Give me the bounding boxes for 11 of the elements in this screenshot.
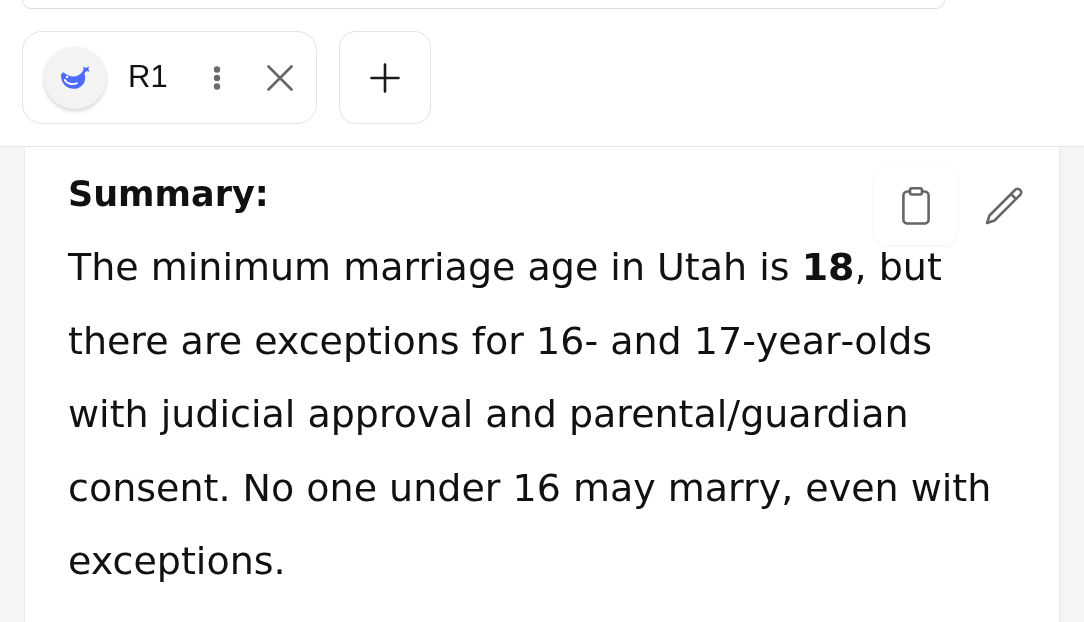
model-tab[interactable]: R1 (22, 31, 317, 124)
plus-icon (370, 62, 400, 93)
pencil-icon (985, 187, 1023, 225)
summary-text: The minimum marriage age in Utah is 18, but there are exceptions for 16‑ and 17‑year‑olds with judicial approval and parental/guardian consent. No one under 16 may marry, even with exceptions. (68, 244, 993, 585)
summary-heading: Summary: (68, 173, 269, 216)
more-vertical-icon (213, 65, 221, 90)
edit-button[interactable] (983, 185, 1025, 227)
copy-button[interactable] (874, 167, 957, 245)
close-icon (267, 64, 293, 91)
whale-icon (44, 46, 106, 109)
clipboard-icon (901, 187, 930, 225)
